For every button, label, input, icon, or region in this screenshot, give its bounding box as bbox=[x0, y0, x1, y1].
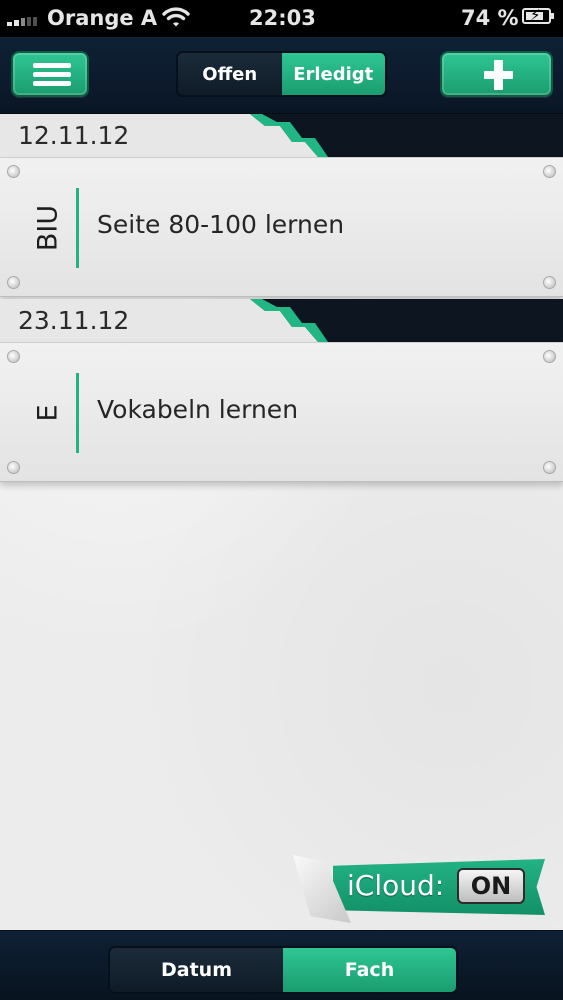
screw-icon bbox=[543, 165, 556, 178]
carrier-name: Orange A bbox=[47, 6, 158, 30]
status-filter-control: Offen Erledigt bbox=[176, 51, 387, 97]
card-divider bbox=[76, 188, 79, 268]
top-toolbar: Offen Erledigt bbox=[0, 37, 563, 114]
battery-percentage: 74 % bbox=[461, 6, 519, 30]
menu-button[interactable] bbox=[11, 51, 89, 97]
bottom-toolbar: Datum Fach bbox=[0, 930, 563, 1000]
sort-by-subject[interactable]: Fach bbox=[283, 948, 456, 992]
task-subject: E bbox=[32, 404, 64, 422]
wifi-icon bbox=[162, 7, 190, 27]
clock: 22:03 bbox=[249, 6, 316, 30]
task-card[interactable]: BIU Seite 80-100 lernen bbox=[0, 157, 563, 297]
group-date: 12.11.12 bbox=[18, 121, 130, 150]
date-header: 12.11.12 bbox=[0, 114, 563, 157]
icloud-label: iCloud: bbox=[347, 869, 445, 902]
battery-charging-icon: ⚡ bbox=[522, 6, 554, 24]
screw-icon bbox=[543, 461, 556, 474]
status-bar: Orange A 22:03 74 % ⚡ bbox=[0, 0, 563, 37]
task-card[interactable]: E Vokabeln lernen bbox=[0, 342, 563, 482]
screw-icon bbox=[7, 461, 20, 474]
sort-by-date[interactable]: Datum bbox=[110, 948, 283, 992]
icloud-toggle[interactable]: ON bbox=[457, 868, 525, 904]
tab-offen[interactable]: Offen bbox=[178, 53, 282, 95]
group-date: 23.11.12 bbox=[18, 306, 130, 335]
sort-control: Datum Fach bbox=[108, 946, 458, 994]
screw-icon bbox=[7, 276, 20, 289]
task-title: Seite 80-100 lernen bbox=[97, 210, 345, 239]
task-subject: BIU bbox=[32, 204, 64, 252]
screw-icon bbox=[7, 350, 20, 363]
screw-icon bbox=[543, 276, 556, 289]
task-list: 12.11.12 BIU Seite 80-100 lernen 23.11.1… bbox=[0, 114, 563, 930]
task-title: Vokabeln lernen bbox=[97, 395, 299, 424]
add-task-button[interactable] bbox=[440, 51, 553, 97]
tab-erledigt[interactable]: Erledigt bbox=[281, 53, 385, 95]
screw-icon bbox=[543, 350, 556, 363]
screw-icon bbox=[7, 165, 20, 178]
card-divider bbox=[76, 373, 79, 453]
date-header: 23.11.12 bbox=[0, 299, 563, 342]
icloud-sync-badge: iCloud: ON bbox=[293, 855, 548, 927]
